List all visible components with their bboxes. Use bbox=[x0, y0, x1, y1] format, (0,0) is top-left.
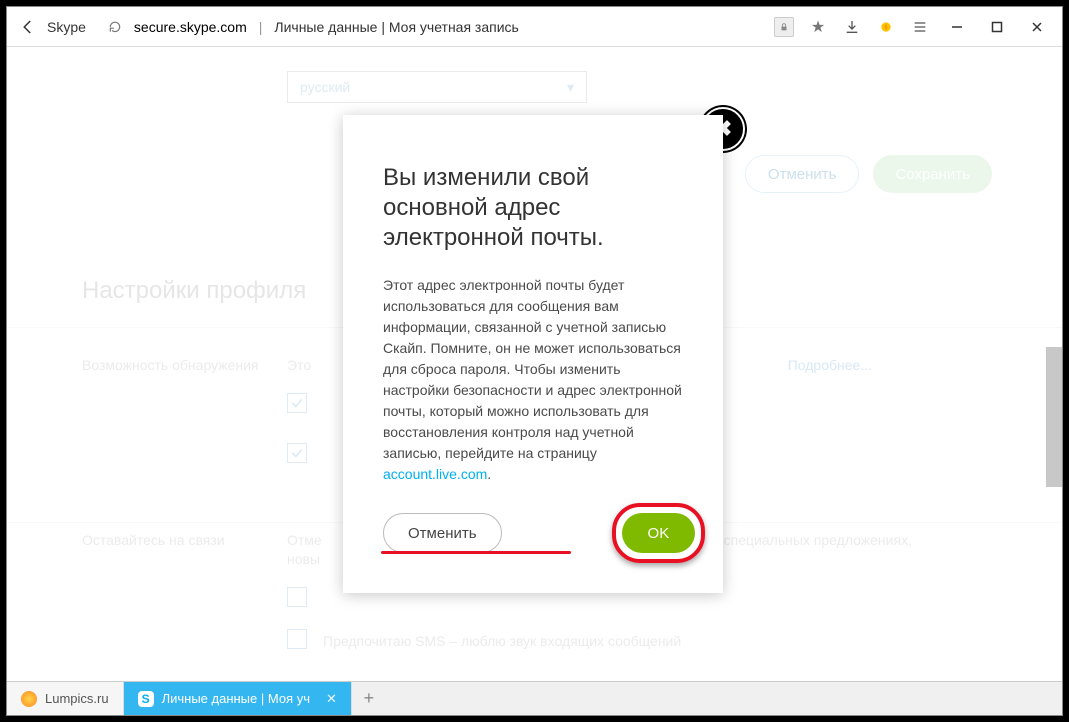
history-site-name: Skype bbox=[47, 19, 86, 35]
modal-heading: Вы изменили свой основной адрес электрон… bbox=[383, 163, 683, 253]
stay-in-touch-label: Оставайтесь на связи bbox=[82, 532, 225, 548]
page-cancel-button[interactable]: Отменить bbox=[745, 155, 860, 193]
page-content: русский ▾ Отменить Сохранить Настройки п… bbox=[7, 47, 1062, 681]
address-bar[interactable]: secure.skype.com bbox=[134, 19, 247, 35]
tab-skype-active[interactable]: S Личные данные | Моя уч ✕ bbox=[124, 682, 352, 715]
stay-in-touch-text-a: Отме bbox=[287, 532, 322, 548]
discoverability-label: Возможность обнаружения bbox=[82, 357, 259, 373]
learn-more-link[interactable]: Подробнее... bbox=[788, 357, 872, 373]
window-close-button[interactable] bbox=[1020, 13, 1054, 41]
downloads-icon[interactable] bbox=[838, 13, 866, 41]
checkbox-4[interactable] bbox=[287, 629, 307, 649]
modal-ok-button[interactable]: OK bbox=[622, 513, 696, 553]
stay-in-touch-text-c: новы bbox=[287, 551, 320, 567]
lumpics-favicon bbox=[21, 691, 37, 707]
sms-preference-text: Предпочитаю SMS – люблю звук входящих со… bbox=[323, 633, 681, 649]
bookmark-star-icon[interactable]: ★ bbox=[804, 13, 832, 41]
url-domain: secure.skype.com bbox=[134, 19, 247, 35]
page-save-button[interactable]: Сохранить bbox=[873, 155, 992, 193]
url-separator: | bbox=[259, 19, 263, 35]
modal-cancel-button[interactable]: Отменить bbox=[383, 513, 502, 553]
language-select[interactable]: русский ▾ bbox=[287, 71, 587, 103]
skype-favicon: S bbox=[138, 691, 154, 707]
new-tab-button[interactable]: + bbox=[352, 682, 386, 715]
browser-toolbar: Skype secure.skype.com | Личные данные |… bbox=[7, 7, 1062, 47]
account-live-link[interactable]: account.live.com bbox=[383, 466, 487, 482]
checkbox-1[interactable] bbox=[287, 393, 307, 413]
email-changed-modal: Вы изменили свой основной адрес электрон… bbox=[343, 115, 723, 593]
modal-body: Этот адрес электронной почты будет испол… bbox=[383, 275, 683, 485]
chevron-down-icon: ▾ bbox=[567, 79, 574, 96]
tab-close-icon[interactable]: ✕ bbox=[326, 691, 337, 707]
reload-button[interactable] bbox=[102, 14, 128, 40]
back-button[interactable] bbox=[15, 14, 41, 40]
tab-lumpics-label: Lumpics.ru bbox=[45, 691, 109, 706]
section-heading: Настройки профиля bbox=[82, 277, 306, 305]
stay-in-touch-text-b: о специальных предложениях, bbox=[712, 532, 912, 548]
link-underline-annotation bbox=[381, 551, 571, 554]
window-minimize-button[interactable] bbox=[940, 13, 974, 41]
language-select-value: русский bbox=[300, 79, 350, 95]
modal-body-post: . bbox=[487, 466, 491, 482]
site-security-icon[interactable] bbox=[770, 13, 798, 41]
vertical-scrollbar[interactable] bbox=[1046, 347, 1062, 487]
extension-icon[interactable] bbox=[872, 13, 900, 41]
window-maximize-button[interactable] bbox=[980, 13, 1014, 41]
browser-tab-bar: Lumpics.ru S Личные данные | Моя уч ✕ + bbox=[7, 681, 1062, 715]
checkbox-3[interactable] bbox=[287, 587, 307, 607]
page-title-text: Личные данные | Моя учетная запись bbox=[274, 19, 518, 35]
tab-skype-label: Личные данные | Моя уч bbox=[162, 691, 310, 706]
menu-icon[interactable] bbox=[906, 13, 934, 41]
checkbox-2[interactable] bbox=[287, 443, 307, 463]
modal-body-pre: Этот адрес электронной почты будет испол… bbox=[383, 277, 682, 461]
discoverability-text: Это bbox=[287, 357, 311, 373]
tab-lumpics[interactable]: Lumpics.ru bbox=[7, 682, 124, 715]
